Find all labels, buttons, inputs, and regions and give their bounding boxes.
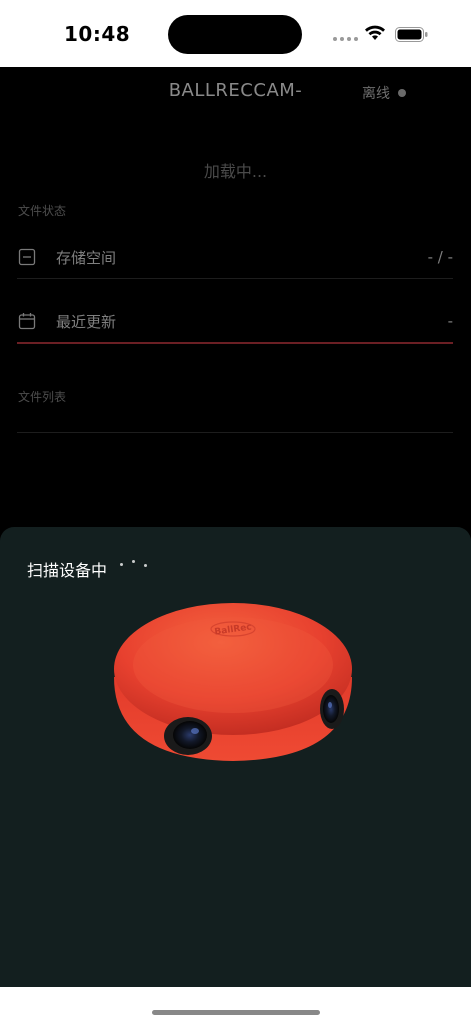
status-time: 10:48 (64, 22, 131, 46)
ballrec-camera-image: BallRec (114, 603, 352, 761)
calendar-icon (17, 311, 37, 331)
loading-dots-icon (120, 557, 150, 571)
home-indicator[interactable] (152, 1010, 320, 1015)
loading-text: 加载中... (203, 162, 268, 181)
last-updated-row: 最近更新 - (17, 300, 453, 344)
lens-left (164, 717, 212, 755)
storage-row: 存储空间 - / - (17, 236, 453, 279)
connection-status: 离线 (362, 83, 406, 103)
storage-value: - / - (427, 248, 453, 266)
dynamic-island (168, 15, 302, 54)
connection-status-label: 离线 (362, 86, 390, 102)
file-list-divider (17, 432, 453, 433)
last-updated-value: - (447, 312, 453, 330)
storage-label: 存储空间 (56, 248, 117, 267)
scanning-text: 扫描设备中 (27, 561, 108, 580)
file-list-label: 文件列表 (18, 390, 67, 404)
storage-icon (17, 247, 37, 267)
device-page: BALLRECCAM- 离线 加载中... 文件状态 存储空间 - / - 最近… (0, 67, 471, 527)
wifi-icon (365, 25, 385, 40)
cellular-dots-icon (333, 37, 358, 41)
home-indicator-area (0, 987, 471, 1024)
status-bar: 10:48 (0, 0, 471, 67)
battery-icon (395, 27, 428, 42)
status-dot-icon (398, 89, 406, 97)
title-bar: BALLRECCAM- 离线 (0, 67, 471, 115)
file-status-label: 文件状态 (18, 204, 67, 218)
last-updated-label: 最近更新 (56, 312, 117, 331)
scan-sheet: 扫描设备中 BallRec (0, 527, 471, 987)
lens-right (320, 689, 344, 729)
